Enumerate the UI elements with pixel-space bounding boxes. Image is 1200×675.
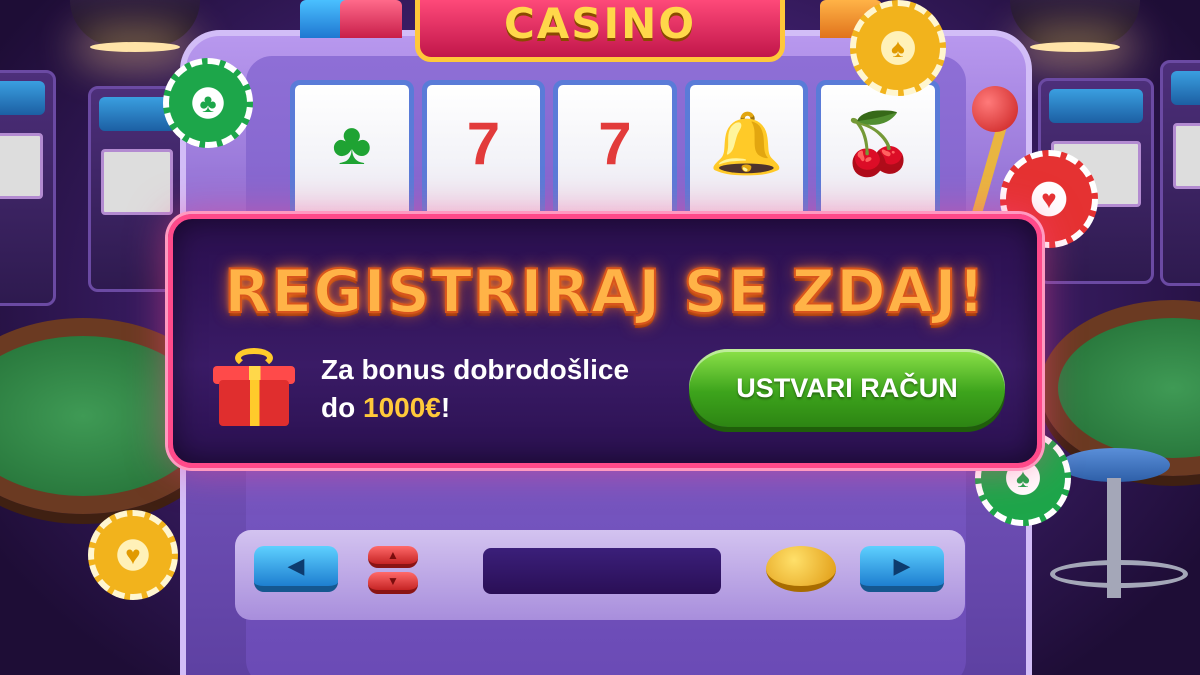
left-arrow-button[interactable]: ◀ [254,546,338,592]
seven-icon: 7 [466,110,501,177]
cherry-icon: 🍒 [840,110,916,177]
slot-lever-knob[interactable] [972,86,1018,132]
background-slot-machine [1160,60,1200,286]
arrow-up-icon: ▲ [387,548,399,562]
bar-stool [1060,448,1170,482]
ceiling-lamp [1010,0,1140,52]
casino-scene: CASINO ♣ 7 7 🔔 🍒 ◀ ▲ ▼ ▶ ♣ ♠ ♥ ♠ ♥ REGIS… [0,0,1200,675]
bonus-prefix: do [321,392,363,423]
bonus-amount: 1000€ [363,392,441,423]
right-arrow-button[interactable]: ▶ [860,546,944,592]
reel-5: 🍒 [816,80,940,230]
bet-down-button[interactable]: ▼ [368,572,418,594]
reel-1: ♣ [290,80,414,230]
registration-banner: REGISTRIRAJ SE ZDAJ! Za bonus dobrodošli… [168,214,1042,468]
left-arrow-icon: ◀ [287,553,305,578]
casino-logo-text: CASINO [503,0,697,48]
reel-2: 7 [421,80,546,230]
coin-slot-screen [483,548,721,594]
reel-4: 🔔 [684,80,809,230]
bell-icon: 🔔 [709,110,784,177]
bar-stool-base [1050,560,1188,588]
ceiling-lamp [70,0,200,52]
bonus-line-2: do 1000€! [321,389,681,427]
heart-chip-icon: ♥ [88,510,178,600]
gift-icon [213,348,295,426]
club-chip-icon: ♣ [163,58,253,148]
create-account-button[interactable]: USTVARI RAČUN [689,349,1005,427]
banner-headline: REGISTRIRAJ SE ZDAJ! [223,256,986,328]
reel-3: 7 [553,80,677,230]
bonus-suffix: ! [440,392,451,423]
bonus-description: Za bonus dobrodošlice do 1000€! [321,351,681,427]
slot-reels: ♣ 7 7 🔔 🍒 [290,80,940,230]
tree-icon: ♣ [332,110,372,177]
background-slot-machine [0,70,56,306]
casino-logo: CASINO [415,0,785,62]
spade-chip-icon: ♠ [850,0,946,96]
arrow-down-icon: ▼ [387,574,399,588]
card-decoration [340,0,402,38]
bet-up-button[interactable]: ▲ [368,546,418,568]
seven-icon: 7 [598,110,632,177]
bonus-line-1: Za bonus dobrodošlice [321,354,630,385]
spin-button[interactable] [766,546,836,592]
right-arrow-icon: ▶ [893,553,911,578]
